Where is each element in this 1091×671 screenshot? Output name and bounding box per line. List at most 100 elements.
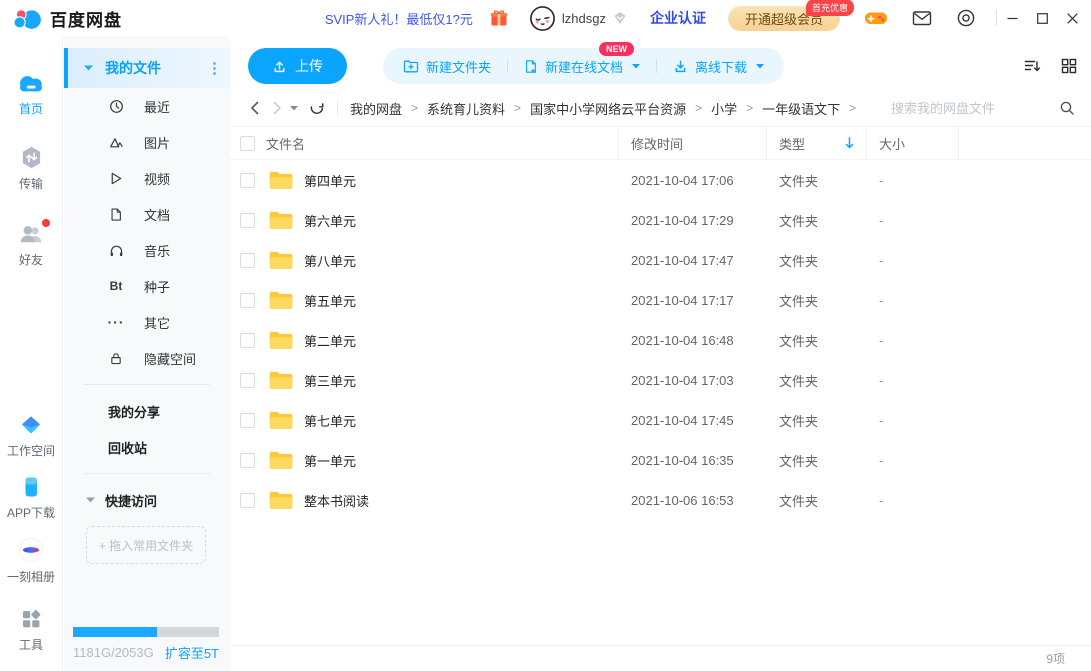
game-center-icon[interactable] [864, 8, 888, 28]
rail-item-home[interactable]: 首页 [16, 72, 46, 117]
sidebar-item-my-share[interactable]: 我的分享 [64, 393, 230, 429]
table-row[interactable]: 第六单元 2021-10-04 17:29 文件夹 - [230, 200, 1091, 240]
column-header-name[interactable]: 文件名 [266, 127, 619, 159]
row-checkbox[interactable] [240, 413, 255, 428]
baidu-netdisk-logo-icon [12, 8, 42, 29]
file-name[interactable]: 第六单元 [304, 211, 356, 230]
home-cloud-icon [16, 72, 46, 95]
file-name[interactable]: 第八单元 [304, 251, 356, 270]
sidebar-item-recent[interactable]: 最近 [64, 88, 230, 124]
file-size: - [867, 160, 959, 200]
settings-icon[interactable] [956, 8, 976, 28]
file-size: - [867, 360, 959, 400]
gift-icon[interactable] [489, 8, 509, 28]
file-type: 文件夹 [767, 480, 867, 520]
rail-item-transfer[interactable]: 传输 [19, 145, 44, 192]
maximize-button[interactable] [1027, 0, 1057, 36]
table-row[interactable]: 第五单元 2021-10-04 17:17 文件夹 - [230, 280, 1091, 320]
sidebar-item-documents[interactable]: 文档 [64, 196, 230, 232]
breadcrumb-item[interactable]: 国家中小学网络云平台资源 [530, 99, 686, 118]
table-row[interactable]: 第二单元 2021-10-04 16:48 文件夹 - [230, 320, 1091, 360]
history-dropdown-icon[interactable] [290, 106, 298, 111]
row-checkbox[interactable] [240, 253, 255, 268]
file-name[interactable]: 第一单元 [304, 451, 356, 470]
enterprise-cert-link[interactable]: 企业认证 [650, 8, 706, 28]
sidebar-item-videos[interactable]: 视频 [64, 160, 230, 196]
row-checkbox[interactable] [240, 213, 255, 228]
row-checkbox[interactable] [240, 373, 255, 388]
sidebar-item-music[interactable]: 音乐 [64, 232, 230, 268]
file-type: 文件夹 [767, 360, 867, 400]
toolbar-divider [656, 59, 657, 73]
row-checkbox[interactable] [240, 333, 255, 348]
file-name[interactable]: 第五单元 [304, 291, 356, 310]
file-name[interactable]: 第四单元 [304, 171, 356, 190]
table-row[interactable]: 第七单元 2021-10-04 17:45 文件夹 - [230, 400, 1091, 440]
select-all-checkbox[interactable] [240, 136, 255, 151]
row-checkbox[interactable] [240, 493, 255, 508]
row-checkbox[interactable] [240, 293, 255, 308]
search-input[interactable] [891, 101, 1051, 116]
rail-item-tools[interactable]: 工具 [19, 607, 43, 653]
row-checkbox[interactable] [240, 173, 255, 188]
sidebar-item-my-files[interactable]: 我的文件 [64, 48, 230, 88]
sort-order-icon[interactable] [1024, 58, 1041, 74]
breadcrumb-item[interactable]: 小学 [711, 99, 737, 118]
offline-download-button[interactable]: 离线下载 [673, 57, 764, 76]
grid-view-icon[interactable] [1061, 58, 1077, 74]
column-header-time[interactable]: 修改时间 [619, 127, 767, 159]
rail-item-app-download[interactable]: APP下载 [7, 475, 55, 521]
search-icon[interactable] [1059, 100, 1075, 116]
file-size: - [867, 480, 959, 520]
forward-button[interactable] [273, 101, 282, 115]
table-row[interactable]: 第四单元 2021-10-04 17:06 文件夹 - [230, 160, 1091, 200]
sidebar-item-others[interactable]: ··· 其它 [64, 304, 230, 340]
svip-promo-link[interactable]: SVIP新人礼！最低仅1?元 [325, 9, 473, 28]
table-row[interactable]: 第三单元 2021-10-04 17:03 文件夹 - [230, 360, 1091, 400]
file-name[interactable]: 整本书阅读 [304, 491, 369, 510]
sidebar-item-hidden-space[interactable]: 隐藏空间 [64, 340, 230, 376]
breadcrumb-separator: > [746, 101, 753, 115]
table-row[interactable]: 第一单元 2021-10-04 16:35 文件夹 - [230, 440, 1091, 480]
table-header: 文件名 修改时间 类型 大小 [230, 126, 1091, 160]
view-controls [1024, 58, 1077, 74]
storage-progress-bar [73, 627, 219, 637]
more-options-icon[interactable] [213, 62, 216, 75]
file-name[interactable]: 第七单元 [304, 411, 356, 430]
sidebar-item-recycle-bin[interactable]: 回收站 [64, 429, 230, 465]
breadcrumb-item[interactable]: 我的网盘 [350, 99, 402, 118]
minimize-button[interactable] [997, 0, 1027, 36]
drag-folder-dropzone[interactable]: + 拖入常用文件夹 [86, 526, 206, 564]
sidebar-item-torrents[interactable]: Bt 种子 [64, 268, 230, 304]
row-checkbox[interactable] [240, 453, 255, 468]
close-button[interactable] [1057, 0, 1087, 36]
breadcrumb-item[interactable]: 一年级语文下 [762, 99, 840, 118]
vip-diamond-icon[interactable] [612, 10, 628, 26]
rail-item-workspace[interactable]: 工作空间 [7, 413, 55, 459]
new-online-doc-button[interactable]: NEW 新建在线文档 [524, 57, 640, 76]
rail-item-moment-album[interactable]: 一刻相册 [7, 537, 55, 585]
user-account[interactable]: lzhdsgz [529, 5, 628, 32]
username[interactable]: lzhdsgz [562, 11, 606, 26]
table-row[interactable]: 第八单元 2021-10-04 17:47 文件夹 - [230, 240, 1091, 280]
avatar[interactable] [529, 5, 556, 32]
sidebar-item-pictures[interactable]: 图片 [64, 124, 230, 160]
refresh-icon[interactable] [310, 101, 325, 116]
column-header-type[interactable]: 类型 [767, 127, 867, 159]
sidebar-item-quick-access[interactable]: 快捷访问 [64, 482, 230, 518]
app-download-phone-icon [19, 475, 43, 499]
upload-button[interactable]: 上传 [248, 48, 347, 84]
back-button[interactable] [250, 101, 259, 115]
file-type: 文件夹 [767, 280, 867, 320]
column-header-size[interactable]: 大小 [867, 127, 959, 159]
table-row[interactable]: 整本书阅读 2021-10-06 16:53 文件夹 - [230, 480, 1091, 520]
play-icon [108, 171, 124, 186]
rail-item-friends[interactable]: 好友 [18, 222, 45, 268]
file-name[interactable]: 第三单元 [304, 371, 356, 390]
new-folder-button[interactable]: 新建文件夹 [403, 57, 491, 76]
messages-icon[interactable] [912, 9, 932, 27]
item-count: 9项 [1046, 650, 1065, 667]
file-name[interactable]: 第二单元 [304, 331, 356, 350]
breadcrumb-item[interactable]: 系统育儿资料 [427, 99, 505, 118]
expand-storage-link[interactable]: 扩容至5T [165, 643, 219, 662]
